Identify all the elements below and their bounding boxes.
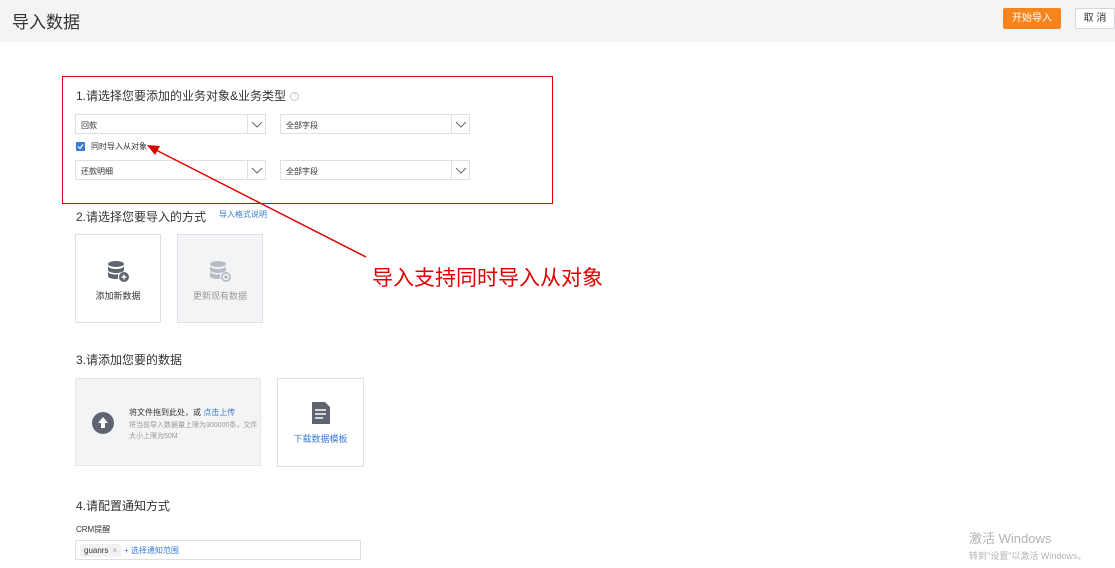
watermark-line2: 转到"设置"以激活 Windows。 bbox=[969, 551, 1087, 561]
annotation-text: 导入支持同时导入从对象 bbox=[372, 267, 603, 290]
windows-activation-watermark: 激活 Windows 转到"设置"以激活 Windows。 bbox=[969, 528, 1086, 562]
watermark-line1: 激活 Windows bbox=[969, 531, 1052, 546]
